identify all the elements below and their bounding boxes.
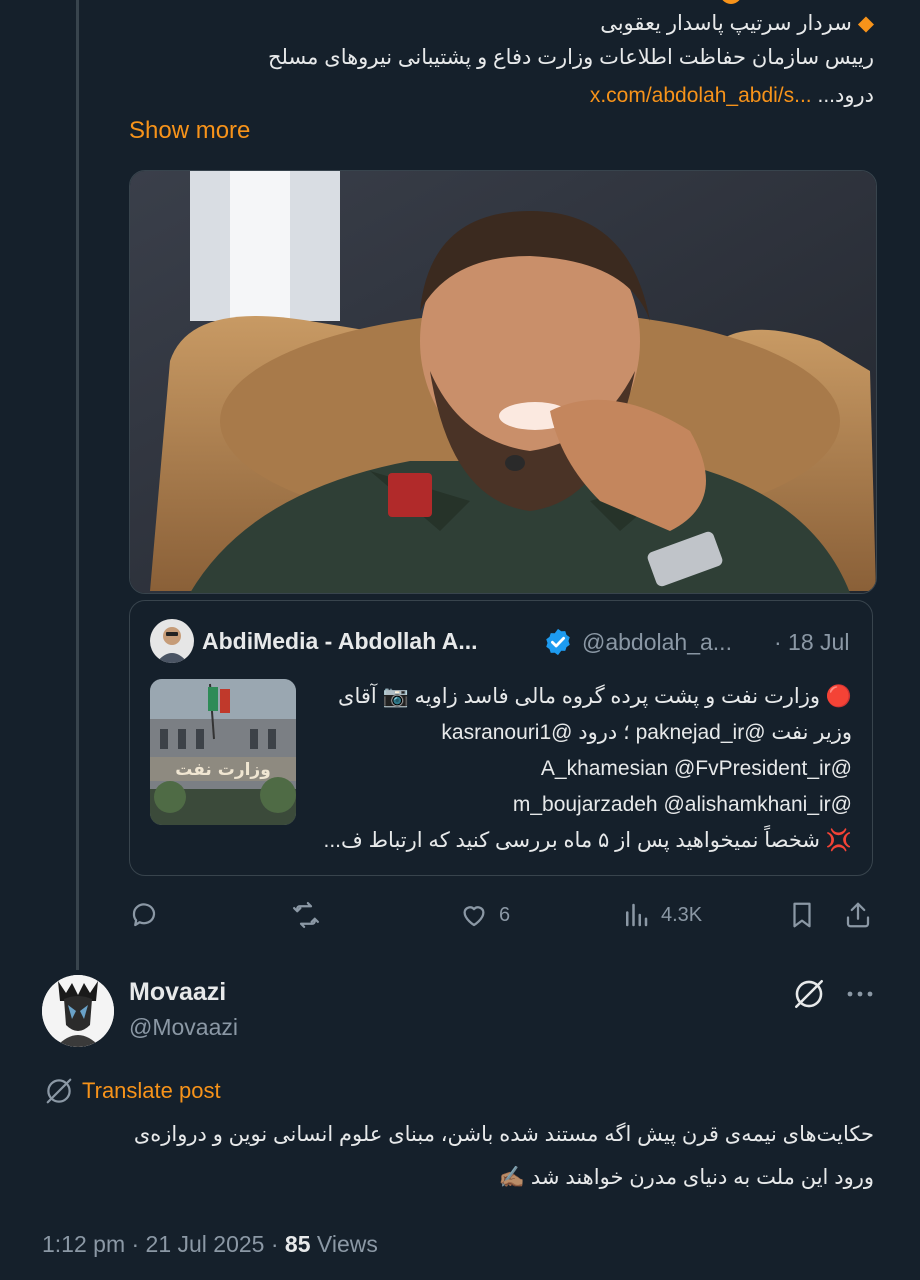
thread-line: [76, 0, 79, 970]
quoted-text-line-4: @m_boujarzadeh @alishamkhani_ir: [512, 793, 852, 816]
avatar-edge: [720, 0, 742, 4]
repost-button[interactable]: [291, 900, 321, 930]
post-metadata: 1:12 pm · 21 Jul 2025 · 85 Views: [42, 1231, 378, 1258]
orange-diamond-icon: ◆: [857, 12, 874, 35]
reply-display-name[interactable]: Movaazi: [129, 978, 226, 1007]
share-button[interactable]: [843, 900, 873, 930]
share-icon: [846, 902, 870, 928]
translate-icon: [46, 1078, 72, 1104]
quoted-tweet[interactable]: AbdiMedia - Abdollah A... @abdolah_a... …: [129, 600, 873, 876]
quoted-text-line-3: @A_khamesian @FvPresident_ir: [540, 757, 852, 780]
ministry-sign: وزارت نفت: [175, 760, 271, 780]
views-chart-icon: [626, 903, 648, 927]
tweet-text-line-1: ◆سردار سرتیپ پاسدار یعقوبی: [600, 12, 874, 35]
post-views-count: 85: [284, 1231, 311, 1257]
post-timestamp[interactable]: 1:12 pm · 21 Jul 2025 ·: [42, 1231, 285, 1257]
post-views-label: Views: [310, 1231, 378, 1257]
reply-button[interactable]: [129, 900, 159, 930]
quoted-text-line-2: وزیر نفت @paknejad_ir ؛ درود @kasranouri…: [441, 721, 852, 744]
views-count: 4.3K: [661, 903, 703, 926]
reply-text-line-1: حکایت‌های نیمه‌ی قرن پیش اگه مستند شده ب…: [133, 1123, 874, 1146]
more-options-icon[interactable]: [845, 984, 875, 1004]
quoted-avatar-image: [150, 619, 194, 663]
quoted-text-line-1: 🔴 وزارت نفت و پشت پرده گروه مالی فاسد زا…: [338, 685, 852, 708]
heart-icon: [463, 906, 485, 927]
tweet-text-line-2: رییس سازمان حفاظت اطلاعات وزارت دفاع و پ…: [267, 46, 874, 69]
tweet-photo[interactable]: [129, 170, 877, 594]
bookmark-icon: [793, 902, 811, 928]
reply-avatar-image: [42, 975, 114, 1047]
quoted-display-name[interactable]: AbdiMedia - Abdollah A...: [202, 628, 478, 655]
quoted-handle[interactable]: @abdolah_a...: [582, 629, 732, 656]
views-button[interactable]: 4.3K: [621, 900, 702, 930]
show-more-button[interactable]: Show more: [129, 117, 250, 145]
repost-icon: [293, 902, 319, 928]
quoted-text-line-5: 💢 شخصاً نمیخواهید پس از ۵ ماه بررسی کنید…: [323, 829, 852, 852]
quoted-date[interactable]: · 18 Jul: [774, 629, 849, 656]
action-bar: 6 4.3K: [129, 900, 875, 934]
like-count: 6: [499, 903, 511, 926]
bookmark-button[interactable]: [787, 900, 817, 930]
translate-label: Translate post: [82, 1078, 221, 1103]
reply-text-line-2: ورود این ملت به دنیای مدرن خواهند شد ✍🏽: [498, 1166, 874, 1189]
reply-handle[interactable]: @Movaazi: [129, 1014, 238, 1041]
quoted-avatar[interactable]: [150, 619, 194, 663]
quoted-thumbnail[interactable]: وزارت نفت: [150, 679, 296, 825]
photo-illustration: [130, 171, 876, 593]
quoted-text: 🔴 وزارت نفت و پشت پرده گروه مالی فاسد زا…: [312, 679, 852, 859]
verified-badge-icon: [546, 628, 570, 656]
reply-icon: [132, 903, 156, 927]
tweet-link[interactable]: x.com/abdolah_abdi/s...: [590, 84, 812, 107]
reply-avatar[interactable]: [42, 975, 114, 1047]
translate-post-button[interactable]: Translate post: [44, 1076, 221, 1106]
ministry-building-image: وزارت نفت: [150, 679, 296, 825]
grok-icon[interactable]: [792, 977, 826, 1011]
tweet-text-line-3: درود... x.com/abdolah_abdi/s...: [589, 84, 874, 107]
like-button[interactable]: 6: [459, 900, 510, 930]
